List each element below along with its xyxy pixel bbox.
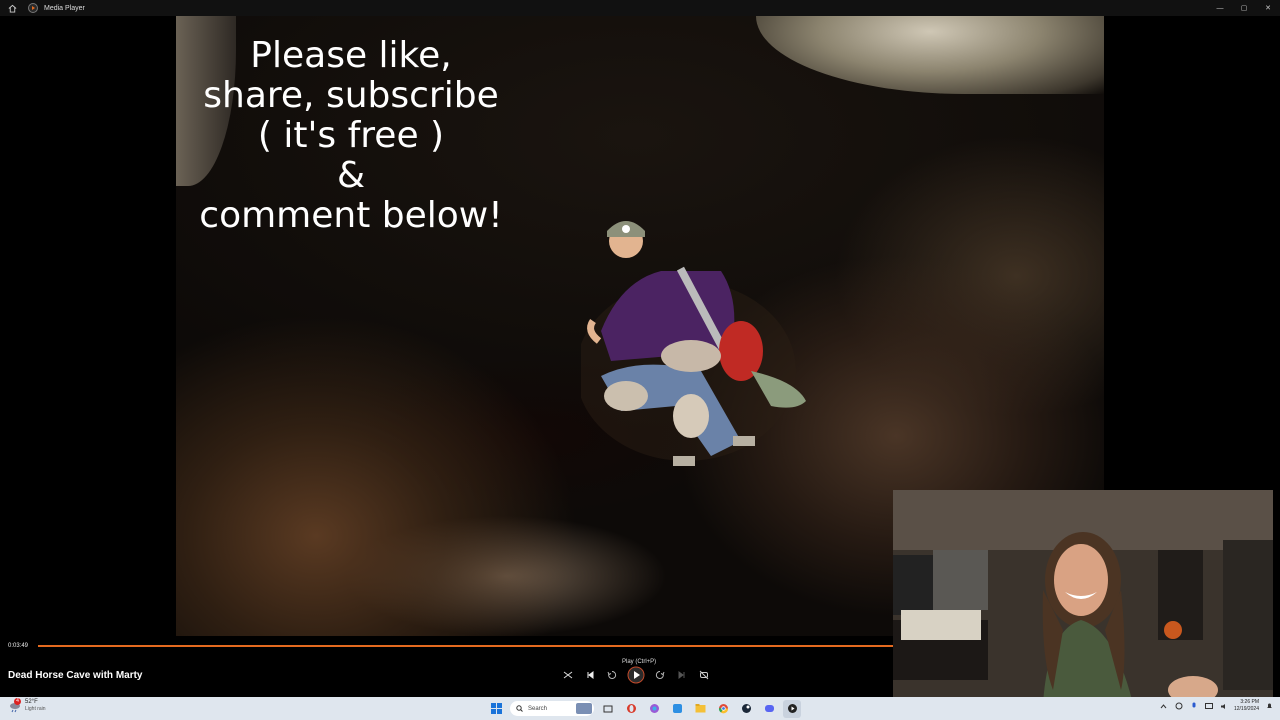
file-explorer-icon[interactable] — [691, 700, 709, 718]
play-button[interactable] — [626, 665, 646, 685]
person-in-cave — [581, 221, 806, 466]
notification-bell-icon[interactable] — [1264, 701, 1274, 711]
weather-temp: 52°F — [25, 699, 38, 705]
repeat-off-icon[interactable] — [696, 666, 712, 684]
home-icon[interactable] — [6, 2, 18, 14]
webcam-overlay — [893, 490, 1273, 704]
weather-condition: Light rain — [25, 706, 46, 712]
current-time: 0:03:49 — [8, 643, 29, 649]
start-button[interactable] — [487, 700, 505, 718]
maximize-button[interactable]: ▢ — [1232, 0, 1256, 16]
sync-icon[interactable] — [1174, 701, 1184, 711]
windows-icon — [490, 703, 502, 714]
media-player-icon — [28, 3, 38, 13]
video-title: Dead Horse Cave with Marty — [8, 670, 143, 681]
play-icon — [627, 666, 645, 684]
app-title: Media Player — [44, 4, 85, 12]
close-button[interactable]: ✕ — [1256, 0, 1280, 16]
search-icon — [516, 705, 523, 712]
promo-line: Please like, — [250, 35, 452, 76]
promo-overlay-text: Please like, share, subscribe ( it's fre… — [186, 36, 516, 236]
search-highlight-icon — [576, 703, 592, 714]
weather-alert-badge: 4 — [14, 698, 21, 705]
taskbar-search[interactable]: Search — [510, 701, 594, 716]
clock-time: 3:26 PM — [1240, 699, 1259, 705]
media-player-taskbar-icon[interactable] — [783, 699, 801, 718]
promo-line: & — [336, 155, 366, 196]
cave-ceiling-rock — [756, 16, 1104, 94]
playback-controls — [560, 665, 712, 685]
display-icon[interactable] — [1204, 701, 1214, 711]
clock-date: 12/19/2024 — [1233, 706, 1259, 712]
opera-icon[interactable] — [622, 700, 640, 718]
next-icon[interactable] — [674, 666, 690, 684]
microphone-icon[interactable] — [1189, 701, 1199, 711]
promo-line: share, subscribe — [203, 75, 499, 116]
search-placeholder: Search — [528, 705, 548, 712]
steam-icon[interactable] — [737, 700, 755, 718]
taskbar-apps: Search — [487, 699, 801, 718]
photos-icon[interactable] — [668, 700, 686, 718]
window-controls: — ▢ ✕ — [1208, 0, 1280, 16]
shuffle-icon[interactable] — [560, 666, 576, 684]
promo-line: comment below! — [199, 195, 503, 236]
minimize-button[interactable]: — — [1208, 0, 1232, 16]
discord-icon[interactable] — [760, 700, 778, 718]
previous-icon[interactable] — [582, 666, 598, 684]
rewind-10-icon[interactable] — [604, 666, 620, 684]
chevron-up-icon[interactable] — [1159, 701, 1169, 711]
taskbar-clock[interactable]: 3:26 PM 12/19/2024 — [1234, 699, 1259, 713]
seek-bar[interactable] — [38, 645, 893, 647]
chrome-icon[interactable] — [714, 700, 732, 718]
promo-line: ( it's free ) — [257, 115, 445, 156]
weather-widget[interactable]: 4 52°F Light rain — [8, 698, 46, 713]
taskbar: 4 52°F Light rain Search 3:26 PM 12/19/2… — [0, 697, 1280, 720]
forward-30-icon[interactable] — [652, 666, 668, 684]
rain-cloud-icon: 4 — [8, 698, 22, 713]
system-tray: 3:26 PM 12/19/2024 — [1159, 699, 1274, 713]
volume-icon[interactable] — [1219, 701, 1229, 711]
title-bar: Media Player — ▢ ✕ — [0, 0, 1280, 16]
task-view-icon[interactable] — [599, 700, 617, 718]
copilot-icon[interactable] — [645, 700, 663, 718]
